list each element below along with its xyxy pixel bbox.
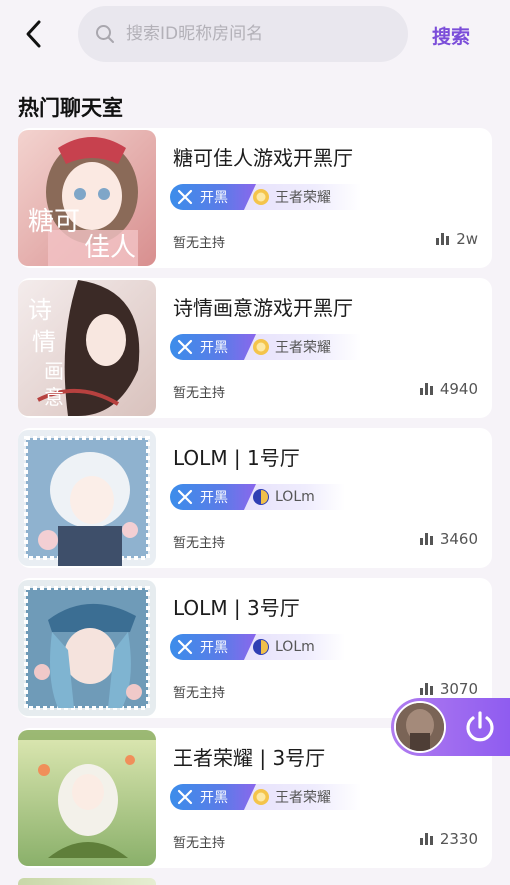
bar-chart-icon xyxy=(436,233,450,245)
tag-game: 王者荣耀 xyxy=(244,184,361,210)
chevron-left-icon xyxy=(26,20,41,48)
tag-game: 王者荣耀 xyxy=(244,784,361,810)
lolm-icon xyxy=(253,489,269,505)
count-value: 4940 xyxy=(439,380,478,398)
game-label: 王者荣耀 xyxy=(275,190,331,206)
room-name: 王者荣耀 | 3号厅 xyxy=(173,746,326,770)
search-input[interactable] xyxy=(126,24,386,44)
count-value: 2330 xyxy=(439,830,478,848)
crossed-swords-icon xyxy=(177,189,193,205)
search-icon xyxy=(96,25,114,43)
game-label: 王者荣耀 xyxy=(275,340,331,356)
tag-kaihei: 开黑 xyxy=(170,784,256,810)
room-card[interactable]: 糖可 佳人 糖可佳人游戏开黑厅 开黑 王者荣耀 暂无主持 2w xyxy=(18,128,492,268)
bar-chart-icon xyxy=(419,683,433,695)
honor-of-kings-icon xyxy=(253,339,269,355)
room-card[interactable]: LOLM | 3号厅 开黑 LOLm 暂无主持 3070 xyxy=(18,578,492,718)
thumb-text: 诗 xyxy=(28,296,52,324)
room-thumbnail: 诗 情 画 意 xyxy=(18,280,156,416)
room-list: 糖可 佳人 糖可佳人游戏开黑厅 开黑 王者荣耀 暂无主持 2w 诗 情 画 意 … xyxy=(18,128,492,878)
tag-game: LOLm xyxy=(244,484,345,510)
popularity-count: 3460 xyxy=(419,530,478,548)
crossed-swords-icon xyxy=(177,339,193,355)
tag-game: 王者荣耀 xyxy=(244,334,361,360)
lolm-icon xyxy=(253,639,269,655)
room-tags: 开黑 LOLm xyxy=(170,634,345,660)
room-tags: 开黑 王者荣耀 xyxy=(170,334,361,360)
room-name: 糖可佳人游戏开黑厅 xyxy=(173,146,353,170)
power-icon[interactable] xyxy=(461,708,499,746)
next-room-thumbnail-peek xyxy=(18,878,156,885)
floating-room-widget[interactable] xyxy=(391,698,510,756)
thumb-text: 糖可 xyxy=(28,207,80,237)
game-label: LOLm xyxy=(275,489,315,505)
popularity-count: 4940 xyxy=(419,380,478,398)
popularity-count: 3070 xyxy=(419,680,478,698)
back-button[interactable] xyxy=(14,14,54,54)
tag-label: 开黑 xyxy=(200,790,228,806)
count-value: 2w xyxy=(456,230,478,248)
popularity-count: 2330 xyxy=(419,830,478,848)
bar-chart-icon xyxy=(419,833,433,845)
crossed-swords-icon xyxy=(177,639,193,655)
room-thumbnail xyxy=(18,580,156,716)
host-status: 暂无主持 xyxy=(173,386,226,401)
game-label: 王者荣耀 xyxy=(275,790,331,806)
room-name: LOLM | 3号厅 xyxy=(173,596,300,620)
room-card[interactable]: LOLM | 1号厅 开黑 LOLm 暂无主持 3460 xyxy=(18,428,492,568)
tag-label: 开黑 xyxy=(200,190,228,206)
host-status: 暂无主持 xyxy=(173,686,226,701)
room-name: 诗情画意游戏开黑厅 xyxy=(173,296,353,320)
thumb-text: 佳人 xyxy=(84,233,136,263)
tag-game: LOLm xyxy=(244,634,345,660)
tag-kaihei: 开黑 xyxy=(170,334,256,360)
honor-of-kings-icon xyxy=(253,789,269,805)
room-tags: 开黑 王者荣耀 xyxy=(170,784,361,810)
tag-label: 开黑 xyxy=(200,640,228,656)
crossed-swords-icon xyxy=(177,789,193,805)
tag-kaihei: 开黑 xyxy=(170,184,256,210)
host-status: 暂无主持 xyxy=(173,836,226,851)
room-tags: 开黑 王者荣耀 xyxy=(170,184,361,210)
section-title: 热门聊天室 xyxy=(18,96,123,120)
room-tags: 开黑 LOLm xyxy=(170,484,345,510)
room-name: LOLM | 1号厅 xyxy=(173,446,300,470)
count-value: 3070 xyxy=(439,680,478,698)
room-thumbnail xyxy=(18,430,156,566)
crossed-swords-icon xyxy=(177,489,193,505)
thumb-text: 情 xyxy=(32,328,56,356)
tag-label: 开黑 xyxy=(200,340,228,356)
popularity-count: 2w xyxy=(436,230,478,248)
room-card[interactable]: 诗 情 画 意 诗情画意游戏开黑厅 开黑 王者荣耀 暂无主持 4940 xyxy=(18,278,492,418)
honor-of-kings-icon xyxy=(253,189,269,205)
search-bar[interactable] xyxy=(78,6,408,62)
top-bar: 搜索 xyxy=(0,0,510,72)
room-thumbnail: 糖可 佳人 xyxy=(18,130,156,266)
game-label: LOLm xyxy=(275,639,315,655)
room-thumbnail xyxy=(18,730,156,866)
avatar[interactable] xyxy=(394,701,446,753)
bar-chart-icon xyxy=(419,383,433,395)
thumb-text: 意 xyxy=(44,385,64,409)
thumb-text: 画 xyxy=(44,359,64,383)
bar-chart-icon xyxy=(419,533,433,545)
host-status: 暂无主持 xyxy=(173,236,226,251)
count-value: 3460 xyxy=(439,530,478,548)
search-button[interactable]: 搜索 xyxy=(432,20,470,50)
tag-label: 开黑 xyxy=(200,490,228,506)
tag-kaihei: 开黑 xyxy=(170,634,256,660)
tag-kaihei: 开黑 xyxy=(170,484,256,510)
host-status: 暂无主持 xyxy=(173,536,226,551)
